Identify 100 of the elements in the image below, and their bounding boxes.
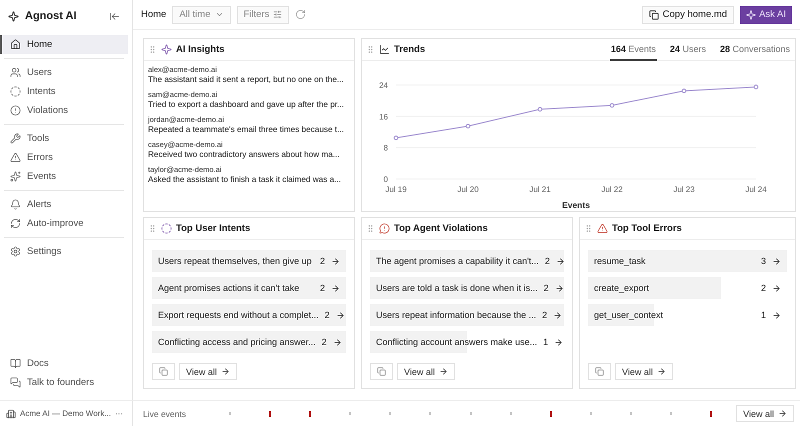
row-count: 2 [760, 283, 766, 293]
view-all-button[interactable]: View all [736, 405, 794, 422]
copy-button[interactable] [588, 363, 611, 380]
row-label: create_export [594, 283, 650, 293]
row-label: Users repeat themselves, then give up [158, 256, 313, 266]
row-label: Users repeat information because the ... [376, 310, 536, 320]
home-icon [10, 39, 21, 50]
workspace-name[interactable]: Acme AI — Demo Work... [20, 409, 111, 418]
data-point [394, 136, 398, 140]
card-title: Top Agent Violations [394, 223, 489, 234]
axis-tick-label: 16 [379, 112, 388, 122]
copy-button[interactable] [152, 363, 175, 380]
card-title: Top User Intents [176, 223, 252, 234]
arrow-icon [772, 310, 781, 320]
sidebar-item[interactable]: Events [0, 167, 128, 186]
drag-handle-icon[interactable] [366, 224, 375, 233]
axis-tick-label: Jul 23 [673, 185, 695, 194]
card-title: Top Tool Errors [612, 223, 683, 234]
row-count: 1 [760, 310, 766, 320]
view-all-button[interactable]: View all [179, 363, 237, 380]
list-row[interactable]: Conflicting account answers make use... 1 [370, 331, 564, 353]
legend-label: Events [562, 200, 590, 210]
sidebar-item[interactable]: Errors [0, 148, 128, 167]
copy-button[interactable]: Copy home.md [642, 6, 734, 24]
row-count: 2 [322, 337, 327, 347]
sidebar-item[interactable]: Users [0, 63, 128, 82]
view-all-button[interactable]: View all [397, 363, 455, 380]
panel-icon [161, 223, 172, 234]
card-title: Trends [394, 44, 426, 55]
arrow-icon [556, 256, 565, 266]
copy-icon [648, 10, 659, 20]
users-icon [10, 67, 21, 78]
sidebar-item[interactable]: Home [0, 35, 128, 54]
drag-handle-icon[interactable] [148, 45, 157, 54]
drag-handle-icon[interactable] [366, 45, 375, 54]
sidebar-link[interactable]: Docs [0, 354, 128, 373]
arrow-icon [554, 338, 564, 346]
axis-tick-label: 24 [379, 81, 388, 90]
sidebar-item[interactable]: Alerts [0, 195, 128, 214]
sidebar-link[interactable]: Talk to founders [0, 373, 128, 392]
row-count: 2 [320, 256, 325, 266]
insight-text[interactable]: Asked the assistant to finish a task it claimed was a... [148, 174, 341, 186]
list-row[interactable]: Conflicting access and pricing answer... 2 [152, 331, 346, 353]
book-icon [10, 358, 21, 369]
settings-icon [10, 246, 21, 257]
sidebar-item[interactable]: Auto-improve [0, 214, 128, 233]
insight-text[interactable]: Repeated a teammate's email three times because t... [148, 124, 344, 136]
axis-tick-label: Jul 22 [601, 185, 623, 194]
warning-icon [10, 152, 21, 163]
chevron-down-icon [214, 10, 224, 19]
list-row[interactable]: Users are told a task is done when it is... 2 [370, 277, 564, 299]
ask-ai-button[interactable]: Ask AI [740, 6, 792, 24]
list-row[interactable]: Agent promises actions it can't take 2 [152, 277, 346, 299]
workspace-icon [6, 408, 16, 418]
list-row[interactable]: resume_task 3 [588, 250, 787, 272]
row-count: 2 [544, 256, 550, 266]
sidebar-item[interactable]: Tools [0, 129, 128, 148]
data-point [682, 88, 686, 94]
refresh-icon[interactable] [295, 9, 306, 20]
axis-tick-label: Jul 21 [529, 185, 551, 194]
sparkle-icon [746, 10, 756, 20]
list-row[interactable]: The agent promises a capability it can't... 2 [370, 250, 564, 272]
stat-tab[interactable]: 164 Events [610, 38, 657, 60]
data-point [754, 84, 758, 90]
list-row[interactable]: get_user_context 1 [588, 304, 787, 326]
sidebar-item[interactable]: Settings [0, 242, 128, 261]
sidebar-item[interactable]: Intents [0, 82, 128, 101]
stat-tab[interactable]: 24 Users [668, 38, 707, 60]
row-label: Agent promises actions it can't take [158, 283, 300, 293]
collapse-sidebar-button[interactable] [109, 10, 120, 22]
logo-icon [8, 10, 19, 22]
dashed-circle-icon [10, 86, 21, 97]
list-row[interactable]: create_export 2 [588, 277, 787, 299]
panel-icon [597, 223, 608, 234]
list-row[interactable]: Users repeat information because the ... 2 [370, 304, 564, 326]
view-all-button[interactable]: View all [615, 363, 673, 380]
list-row[interactable]: Users repeat themselves, then give up 2 [152, 250, 346, 272]
arrow-icon [656, 367, 666, 376]
row-count: 2 [324, 310, 330, 320]
insight-text[interactable]: Tried to export a dashboard and gave up after the pr... [148, 99, 344, 111]
copy-icon [377, 367, 386, 376]
insight-text[interactable]: The assistant said it sent a report, but no one on the... [148, 74, 344, 86]
row-count: 2 [542, 310, 548, 320]
drag-handle-icon[interactable] [148, 224, 157, 233]
sparkles-icon [10, 171, 21, 182]
arrow-icon [331, 284, 340, 292]
sliders-icon [273, 10, 282, 19]
panel-icon [379, 223, 390, 234]
copy-button[interactable] [370, 363, 393, 380]
more-menu[interactable]: ··· [114, 409, 123, 418]
drag-handle-icon[interactable] [584, 224, 593, 233]
arrow-icon [331, 256, 340, 266]
stat-tab[interactable]: 28 Conversations [718, 38, 791, 60]
row-count: 2 [544, 283, 549, 293]
list-row[interactable]: Export requests end without a complet... 2 [152, 304, 346, 326]
sidebar-item[interactable]: Violations [0, 101, 128, 120]
insight-text[interactable]: Received two contradictory answers about how ma... [148, 149, 340, 161]
row-label: Export requests end without a complet... [158, 310, 319, 320]
arrow-icon [772, 284, 781, 292]
bell-icon [10, 199, 21, 210]
